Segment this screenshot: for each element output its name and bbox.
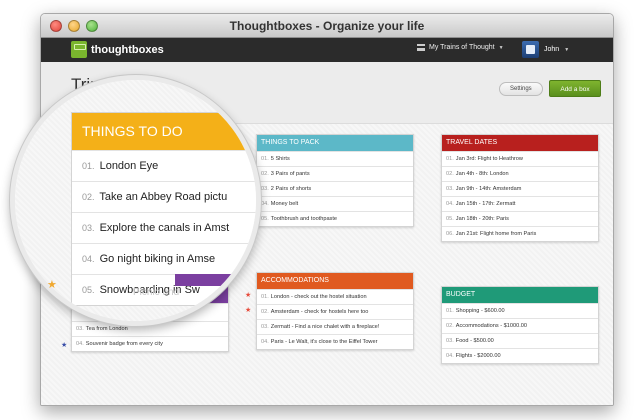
window-controls	[50, 20, 98, 32]
list-item[interactable]: 02. Amsterdam - check for hostels here to…	[257, 304, 413, 319]
list-item[interactable]: 03. Jan 9th - 14th: Amsterdam	[442, 181, 598, 196]
list-item[interactable]: 04. Paris - Le Walt, it's close to the Ei…	[257, 334, 413, 349]
list-item[interactable]: 03. Explore the canals in Amst	[72, 212, 256, 243]
user-name: John	[544, 46, 560, 53]
list-item[interactable]: 03. Zermatt - Find a nice chalet with a f…	[257, 319, 413, 334]
budget-header: BUDGET	[442, 287, 598, 303]
list-item[interactable]: 01. London Eye	[72, 150, 256, 181]
close-window-button[interactable]	[50, 20, 62, 32]
thoughtbox-logo-icon	[71, 41, 87, 58]
list-item[interactable]: 01. 5 Shirts	[257, 151, 413, 166]
star-icon[interactable]: ★	[61, 342, 67, 350]
list-item[interactable]: 03. Food - $500.00	[442, 333, 598, 348]
travel-dates-header: TRAVEL DATES	[442, 135, 598, 151]
partial-item-text: Picnic und	[133, 287, 180, 298]
accommodations-header: ACCOMMODATIONS	[257, 273, 413, 289]
list-item[interactable]: 04. Money belt	[257, 196, 413, 211]
list-item[interactable]: 06. Jan 21st: Flight home from Paris	[442, 226, 598, 241]
list-item[interactable]: 01. London - check out the hostel situati…	[257, 289, 413, 304]
travel-dates-box[interactable]: TRAVEL DATES 01. Jan 3rd: Flight to Heath…	[441, 134, 599, 242]
trains-of-thought-label: My Trains of Thought	[429, 44, 495, 51]
list-item[interactable]: 03. 2 Pairs of shorts	[257, 181, 413, 196]
minimize-window-button[interactable]	[68, 20, 80, 32]
budget-box[interactable]: BUDGET 01. Shopping - $600.00 02. Accommod…	[441, 286, 599, 364]
list-item[interactable]: 05. Jan 18th - 20th: Paris	[442, 211, 598, 226]
list-item[interactable]: 01. Shopping - $600.00	[442, 303, 598, 318]
chevron-down-icon: ▼	[564, 46, 570, 53]
star-icon[interactable]: ★	[47, 280, 57, 291]
accommodations-box[interactable]: ACCOMMODATIONS 01. London - check out the…	[256, 272, 414, 350]
window-title: Thoughtboxes - Organize your life	[229, 19, 425, 33]
things-to-pack-box[interactable]: THINGS TO PACK 01. 5 Shirts 02. 3 Pairs of…	[256, 134, 414, 227]
add-box-button[interactable]: Add a box	[549, 80, 601, 97]
settings-button[interactable]: Settings	[499, 82, 543, 96]
list-item[interactable]: 04. Flights - $2000.00	[442, 348, 598, 363]
title-bar: Thoughtboxes - Organize your life	[41, 14, 613, 38]
list-item[interactable]: 02. Jan 4th - 8th: London	[442, 166, 598, 181]
list-item[interactable]: 04. Souvenir badge from every city	[72, 336, 228, 351]
list-item[interactable]: 04. Jan 15th - 17th: Zermatt	[442, 196, 598, 211]
avatar	[522, 41, 539, 58]
list-item[interactable]: 01. Jan 3rd: Flight to Heathrow	[442, 151, 598, 166]
souvenirs-header-zoomed	[175, 274, 256, 286]
things-to-pack-header: THINGS TO PACK	[257, 135, 413, 151]
list-item[interactable]: 02. Take an Abbey Road pictu	[72, 181, 256, 212]
list-item[interactable]: 05. Toothbrush and toothpaste	[257, 211, 413, 226]
things-to-do-header: THINGS TO DO	[72, 113, 256, 150]
trains-of-thought-menu[interactable]: My Trains of Thought ▼	[417, 44, 504, 51]
list-item[interactable]: 04. Go night biking in Amse	[72, 243, 256, 274]
logo-text: thoughtboxes	[91, 43, 164, 56]
zoom-window-button[interactable]	[86, 20, 98, 32]
chevron-down-icon: ▼	[498, 44, 504, 51]
list-item[interactable]: 02. Accommodations - $1000.00	[442, 318, 598, 333]
list-item[interactable]: 02. 3 Pairs of pants	[257, 166, 413, 181]
logo[interactable]: thoughtboxes	[71, 41, 164, 58]
user-menu[interactable]: John ▼	[522, 41, 569, 58]
top-navbar: thoughtboxes My Trains of Thought ▼ John…	[41, 38, 613, 62]
list-icon	[417, 44, 425, 51]
